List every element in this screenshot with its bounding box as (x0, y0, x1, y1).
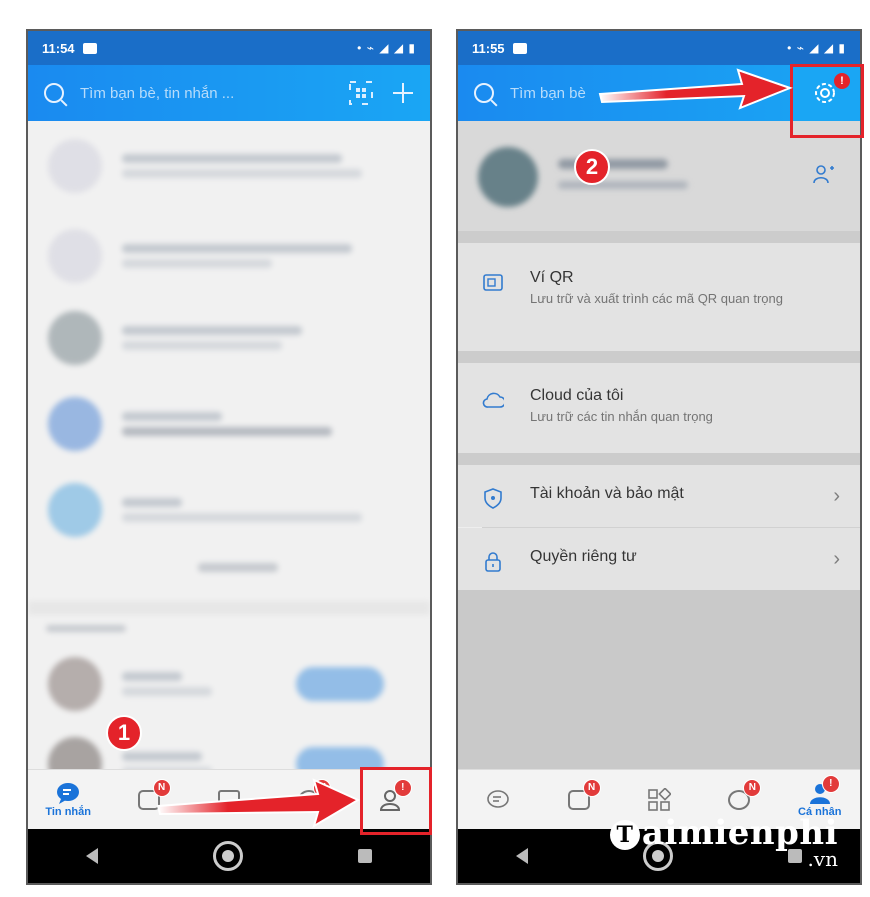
search-icon[interactable] (44, 83, 64, 103)
phone-screen-right: 11:55 • ⌁ ◢ ◢ ▮ Tìm bạn bè ! Ví QR Lưu t… (456, 29, 862, 885)
status-time: 11:54 (42, 40, 75, 56)
grid-icon (217, 789, 240, 810)
tab-contacts[interactable]: N (549, 775, 609, 825)
search-bar[interactable]: Tìm bạn bè, tin nhắn ... (28, 65, 430, 121)
status-badge: N (582, 778, 601, 797)
highlight-box-personal-tab (360, 767, 432, 835)
recents-icon[interactable] (358, 849, 373, 863)
chat-bubble-icon (487, 789, 509, 808)
back-icon[interactable] (85, 848, 98, 864)
tab-messages[interactable]: Tin nhắn (38, 775, 98, 825)
alert-badge: ! (821, 774, 840, 793)
signal-icons: • ⌁ ◢ ◢ ▮ (787, 41, 846, 55)
tab-messages[interactable] (468, 775, 528, 825)
chat-bubble-icon (57, 782, 80, 804)
status-time: 11:55 (472, 40, 505, 56)
tab-messages-label: Tin nhắn (45, 805, 91, 818)
watermark-t-icon: T (609, 820, 640, 850)
highlight-box-settings (790, 64, 864, 138)
dim-overlay (458, 121, 860, 769)
search-input[interactable]: Tìm bạn bè, tin nhắn ... (80, 85, 348, 102)
status-bar: 11:55 • ⌁ ◢ ◢ ▮ (458, 31, 860, 65)
qr-scan-icon[interactable] (348, 80, 374, 106)
grid-icon (648, 787, 671, 811)
watermark-logo: Taimienphi .vn (609, 813, 838, 871)
add-icon[interactable] (392, 82, 414, 104)
tab-discover[interactable] (199, 775, 259, 825)
status-bar: 11:54 • ⌁ ◢ ◢ ▮ (28, 31, 430, 65)
search-icon[interactable] (474, 83, 494, 103)
tab-contacts[interactable]: N (119, 775, 179, 825)
notification-icon (512, 42, 527, 54)
tab-timeline[interactable]: N (279, 775, 339, 825)
step-callout-2: 2 (574, 149, 610, 185)
system-navigation-bar (28, 829, 430, 883)
back-icon[interactable] (515, 848, 528, 864)
phone-screen-left: 11:54 • ⌁ ◢ ◢ ▮ Tìm bạn bè, tin nhắn ... (26, 29, 432, 885)
notification-icon (82, 42, 97, 54)
home-icon[interactable] (212, 841, 243, 871)
signal-icons: • ⌁ ◢ ◢ ▮ (357, 41, 416, 55)
status-badge: N (313, 778, 332, 797)
step-callout-1: 1 (106, 715, 142, 751)
status-badge: N (152, 778, 171, 797)
dim-overlay (28, 121, 430, 795)
status-badge: N (743, 778, 762, 797)
